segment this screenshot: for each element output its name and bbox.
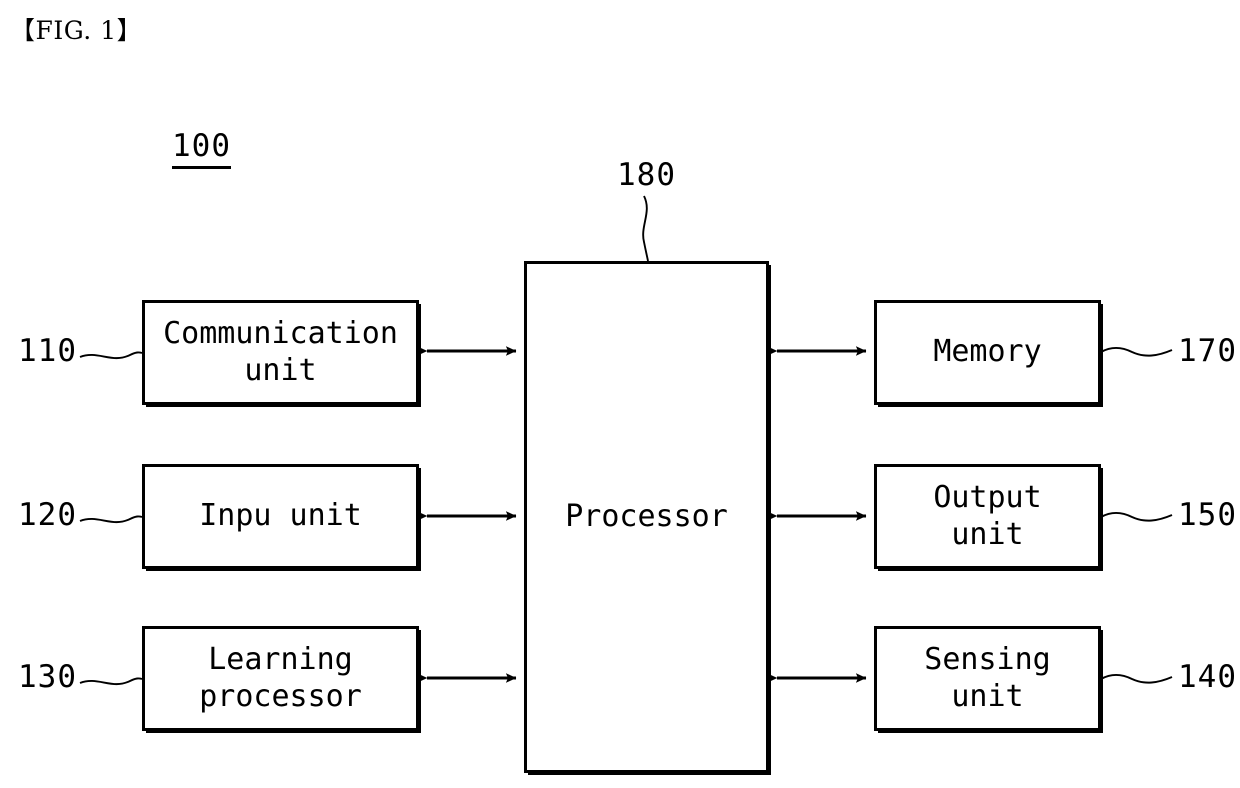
leader-line-120 bbox=[79, 515, 143, 524]
block-input-unit: Inpu unit bbox=[142, 464, 419, 569]
leader-line-150 bbox=[1100, 511, 1173, 522]
leader-line-130 bbox=[79, 677, 143, 686]
block-sensing-unit: Sensing unit bbox=[874, 626, 1101, 731]
leader-line-110 bbox=[79, 351, 143, 360]
block-communication-unit: Communication unit bbox=[142, 300, 419, 405]
leader-line-170 bbox=[1100, 346, 1173, 357]
block-memory-label: Memory bbox=[933, 334, 1042, 370]
reference-numeral-150: 150 bbox=[1178, 497, 1237, 533]
reference-numeral-130: 130 bbox=[18, 659, 77, 695]
block-sensing-unit-label: Sensing unit bbox=[924, 641, 1051, 714]
system-reference-numeral: 100 bbox=[172, 131, 231, 169]
figure-canvas: 【FIG. 1】 100 Communication unit Inpu uni… bbox=[0, 0, 1240, 788]
block-communication-unit-label: Communication unit bbox=[163, 315, 398, 388]
reference-numeral-120: 120 bbox=[18, 497, 77, 533]
block-learning-processor-label: Learning processor bbox=[199, 641, 362, 714]
reference-numeral-180: 180 bbox=[617, 157, 676, 193]
reference-numeral-170: 170 bbox=[1178, 333, 1237, 369]
block-processor: Processor bbox=[524, 261, 769, 773]
block-learning-processor: Learning processor bbox=[142, 626, 419, 731]
leader-line-180 bbox=[642, 195, 649, 262]
reference-numeral-110: 110 bbox=[18, 333, 77, 369]
block-output-unit: Output unit bbox=[874, 464, 1101, 569]
reference-numeral-140: 140 bbox=[1178, 659, 1237, 695]
block-input-unit-label: Inpu unit bbox=[199, 498, 362, 534]
block-output-unit-label: Output unit bbox=[933, 479, 1042, 552]
block-memory: Memory bbox=[874, 300, 1101, 405]
block-processor-label: Processor bbox=[565, 498, 728, 534]
leader-line-140 bbox=[1100, 673, 1173, 684]
figure-title: 【FIG. 1】 bbox=[10, 16, 143, 45]
